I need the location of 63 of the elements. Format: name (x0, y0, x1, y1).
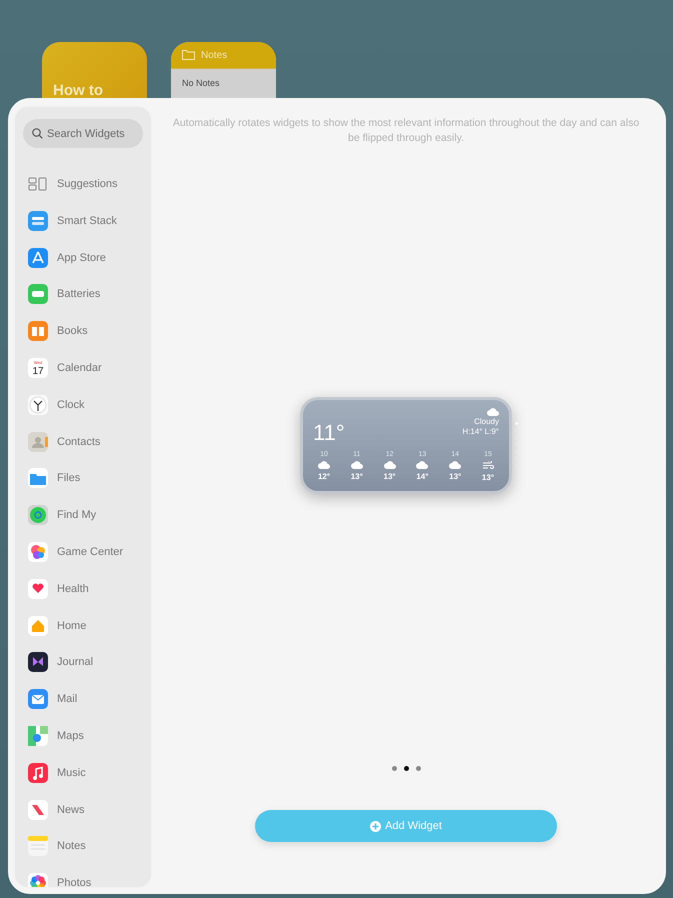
page-dot[interactable] (392, 766, 396, 771)
butterfly-icon (28, 652, 48, 672)
sidebar-item[interactable]: Music (28, 762, 143, 783)
hour-temperature: 13° (449, 472, 462, 481)
clock-icon (28, 394, 48, 415)
sidebar-item[interactable]: Journal (28, 652, 143, 672)
sidebar-item[interactable]: Find My (28, 505, 143, 526)
cloud-icon (384, 461, 396, 469)
sidebar-item[interactable]: Home (28, 616, 143, 636)
map-icon (28, 726, 48, 746)
page-dot[interactable] (404, 766, 408, 771)
hour-temperature: 12° (318, 472, 330, 481)
sidebar-item[interactable]: Game Center (28, 542, 143, 562)
hour-temperature: 13° (384, 472, 396, 481)
notepad-icon (28, 836, 48, 856)
cloud-icon (449, 461, 462, 469)
sidebar-item[interactable]: Health (28, 578, 143, 599)
hour-temperature: 13° (482, 473, 494, 482)
person-icon (28, 432, 48, 452)
sidebar-item[interactable]: Photos (28, 873, 143, 887)
sidebar-item[interactable]: News (28, 800, 143, 820)
add-widget-button[interactable]: Add Widget (255, 810, 557, 842)
stack-icon (28, 210, 48, 231)
radar-icon (28, 505, 48, 526)
music-note-icon (28, 762, 48, 783)
cloud-icon (350, 461, 363, 469)
empty-notes-text: No Notes (182, 78, 221, 88)
envelope-icon (28, 689, 48, 710)
widget-title: How to (53, 82, 104, 99)
folder-icon (28, 468, 48, 488)
cloud-icon (487, 408, 499, 416)
book-icon (28, 321, 48, 342)
search-icon (32, 128, 43, 139)
page-dot[interactable] (416, 766, 420, 771)
cloud-icon (318, 461, 330, 469)
bubbles-icon (28, 542, 48, 562)
sidebar-item[interactable]: Notes (28, 836, 143, 856)
sidebar-item[interactable]: Clock (28, 394, 143, 415)
temperature-text: 11° (313, 420, 345, 446)
high-low-text: H:14° L:9° (462, 427, 499, 436)
widget-title: Notes (201, 50, 228, 60)
battery-icon (28, 284, 48, 304)
sidebar-item[interactable]: Files (28, 468, 143, 488)
search-field[interactable]: Search Widgets (23, 119, 143, 148)
sidebar-item[interactable]: Maps (28, 726, 143, 746)
hour-temperature: 14° (416, 472, 428, 481)
sidebar-item[interactable]: Contacts (28, 432, 143, 452)
cloud-icon (416, 461, 428, 469)
sidebar-item[interactable]: Batteries (28, 284, 143, 304)
folder-icon (182, 50, 195, 60)
app-store-icon (28, 248, 48, 268)
flower-icon (28, 873, 48, 887)
hour-temperature: 13° (350, 472, 363, 481)
condition-text: Cloudy (474, 417, 499, 426)
sidebar-item[interactable]: Smart Stack (28, 210, 143, 231)
layout-icon (28, 177, 48, 191)
sidebar-item[interactable]: Mail (28, 689, 143, 710)
wind-icon (482, 461, 494, 470)
sidebar-item[interactable]: Suggestions (28, 174, 143, 194)
sidebar-item[interactable]: Books (28, 321, 143, 342)
house-icon (28, 616, 48, 636)
sidebar-item[interactable]: App Store (28, 248, 143, 268)
plus-circle-icon (370, 820, 382, 832)
